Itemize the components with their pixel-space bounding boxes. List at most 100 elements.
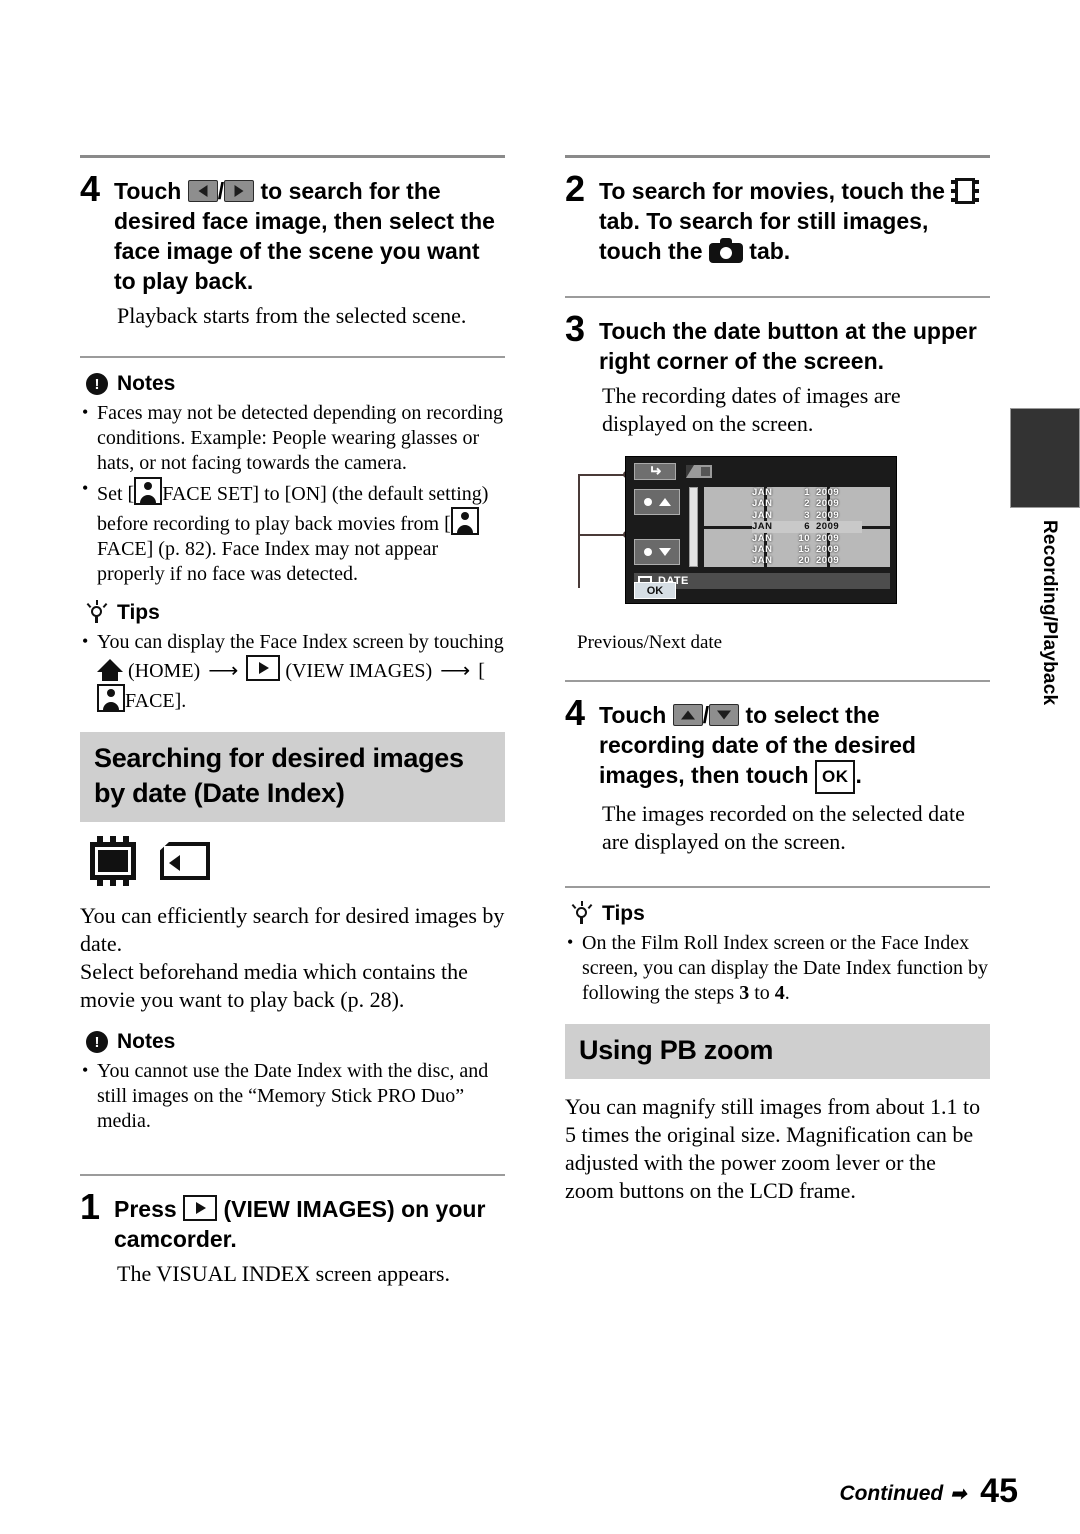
callout-line-previous <box>578 474 628 476</box>
tips-list-1: You can display the Face Index screen by… <box>80 629 505 714</box>
step-text-part-a: To search for movies, touch the <box>599 178 945 204</box>
lcd-status-bar <box>634 463 712 480</box>
notes-icon: ! <box>86 1031 108 1053</box>
date-index-intro-1: You can efficiently search for desired i… <box>80 903 505 956</box>
notes-heading-label: Notes <box>117 1030 176 1053</box>
right-arrow-glyph: ⟶ <box>440 658 471 682</box>
date-list-item[interactable]: JAN 2 2009 <box>752 498 862 509</box>
face-icon <box>97 684 125 712</box>
step-text-part-c: . <box>855 762 862 788</box>
step-number: 2 <box>565 168 585 209</box>
date-list[interactable]: JAN 1 2009 JAN 2 2009 JAN 3 2009 JAN 6 2009 JAN 10 200… <box>752 487 862 567</box>
note-item: Set [FACE SET] to [ON] (the default sett… <box>80 476 505 587</box>
notes-heading-2: ! Notes <box>86 1030 505 1054</box>
continued-text: Continued <box>839 1482 944 1505</box>
lcd-screen-illustration: JAN 1 2009 JAN 2 2009 JAN 3 2009 JAN 6 2009 JAN 10 200… <box>577 456 905 654</box>
step-4-select-date: 4 Touch / to select the recording date o… <box>565 692 990 794</box>
notes-divider <box>80 356 505 358</box>
tip-part-2: . <box>784 982 790 1004</box>
note-part-1: Set [ <box>97 483 135 505</box>
date-day: 2 <box>804 498 810 510</box>
step-text-part-a: Press <box>114 1196 177 1222</box>
notes-heading-label: Notes <box>117 372 176 395</box>
note-part-3: FACE] (p. 82). Face Index may not appear… <box>97 538 439 585</box>
side-tab-label: Recording/Playback <box>1039 520 1060 706</box>
previous-date-button[interactable] <box>634 489 680 515</box>
date-list-item[interactable]: JAN 15 2009 <box>752 544 862 555</box>
date-day: 10 <box>798 532 810 544</box>
section-divider <box>565 155 990 158</box>
home-icon <box>97 659 123 681</box>
memory-stick-duo-icon <box>158 838 214 884</box>
step-text: Press (VIEW IMAGES) on your camcorder. <box>114 1190 505 1254</box>
step-number: 1 <box>80 1186 100 1227</box>
note-item: You cannot use the Date Index with the d… <box>80 1058 505 1134</box>
view-images-icon <box>183 1195 218 1221</box>
date-list-item[interactable]: JAN 1 2009 <box>752 487 862 498</box>
left-column: 4 Touch / to search for the desired face… <box>80 155 505 1288</box>
ok-button-icon: OK <box>814 760 856 794</box>
date-month: JAN <box>752 509 773 521</box>
page-footer: Continued ➡ 45 <box>839 1472 1018 1510</box>
date-year: 2009 <box>816 509 840 521</box>
date-month: JAN <box>752 498 773 510</box>
step-text: Touch the date button at the upper right… <box>599 318 977 374</box>
down-arrow-button-icon <box>709 704 740 726</box>
right-column: 2 To search for movies, touch the tab. T… <box>565 155 990 1205</box>
right-arrow-glyph: ⟶ <box>208 658 239 682</box>
step-4-description: Playback starts from the selected scene. <box>117 303 467 328</box>
date-list-item[interactable]: JAN 10 2009 <box>752 533 862 544</box>
lcd-caption: Previous/Next date <box>577 632 723 653</box>
lcd-content: JAN 1 2009 JAN 2 2009 JAN 3 2009 JAN 6 2009 JAN 10 200… <box>634 487 890 569</box>
side-index-tab: Recording/Playback <box>1010 408 1080 705</box>
face-icon <box>134 477 163 505</box>
date-month: JAN <box>752 532 773 544</box>
date-list-item[interactable]: JAN 20 2009 <box>752 555 862 566</box>
section-heading-date-index: Searching for desired images by date (Da… <box>80 732 505 822</box>
date-index-intro-2: Select beforehand media which contains t… <box>80 959 468 1012</box>
notes-list-1: Faces may not be detected depending on r… <box>80 400 505 587</box>
step-4-face-search: 4 Touch / to search for the desired face… <box>80 171 505 296</box>
notes-heading-1: ! Notes <box>86 372 505 396</box>
step-text-part-a: Touch <box>599 702 667 728</box>
tips-heading-label: Tips <box>117 601 160 624</box>
lcd-ok-button[interactable]: OK <box>634 582 676 599</box>
scrollbar[interactable] <box>689 487 698 567</box>
step-number: 4 <box>565 692 585 733</box>
step-ref-b: 4 <box>774 982 785 1004</box>
return-icon[interactable] <box>634 463 676 480</box>
date-year: 2009 <box>816 555 840 567</box>
step-divider <box>565 680 990 682</box>
step-number: 3 <box>565 308 585 349</box>
tip-part-5: FACE]. <box>125 690 187 712</box>
date-list-item[interactable]: JAN 6 2009 <box>752 521 862 533</box>
step-divider <box>565 296 990 298</box>
tip-mid: to <box>754 982 770 1004</box>
section-heading-pb-zoom: Using PB zoom <box>565 1024 990 1079</box>
tip-part-1: You can display the Face Index screen by… <box>97 631 504 653</box>
tips-bulb-icon <box>86 600 108 625</box>
tip-part-4: [ <box>478 660 485 682</box>
right-arrow-button-icon <box>224 180 255 202</box>
date-year: 2009 <box>816 498 840 510</box>
manual-page: 4 Touch / to search for the desired face… <box>0 0 1080 1534</box>
view-images-icon <box>246 655 281 681</box>
step-2-select-tab: 2 To search for movies, touch the tab. T… <box>565 168 990 266</box>
step-1-description: The VISUAL INDEX screen appears. <box>117 1261 450 1286</box>
tip-part-3: (VIEW IMAGES) <box>285 660 433 682</box>
tips-divider <box>565 886 990 888</box>
date-list-item[interactable]: JAN 3 2009 <box>752 510 862 521</box>
tips-heading-label: Tips <box>602 902 645 925</box>
step-text-part-a: Touch <box>114 178 182 204</box>
date-month: JAN <box>752 543 773 555</box>
step-text: Touch / to select the recording date of … <box>599 696 990 794</box>
page-number: 45 <box>980 1472 1018 1510</box>
date-year: 2009 <box>816 521 840 533</box>
tip-item: You can display the Face Index screen by… <box>80 629 505 714</box>
date-month: JAN <box>752 555 773 567</box>
tips-heading-1: Tips <box>86 600 505 625</box>
date-year: 2009 <box>816 532 840 544</box>
internal-memory-icon <box>84 836 142 886</box>
next-date-button[interactable] <box>634 539 680 565</box>
up-arrow-button-icon <box>672 704 703 726</box>
